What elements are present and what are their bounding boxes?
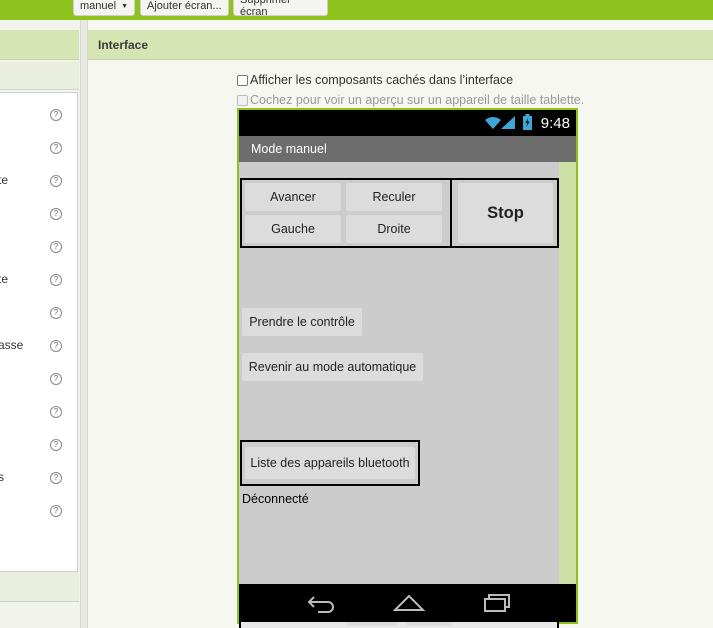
chevron-down-icon: ▼ [121, 2, 129, 10]
help-icon[interactable]: ? [50, 373, 62, 385]
palette-item[interactable]: asse? [0, 336, 76, 356]
help-icon[interactable]: ? [50, 472, 62, 484]
home-icon[interactable] [393, 593, 425, 613]
help-icon[interactable]: ? [50, 142, 62, 154]
show-hidden-option[interactable]: Afficher les composants cachés dans l’in… [237, 72, 513, 88]
palette-category[interactable] [0, 62, 79, 90]
signal-icon [501, 116, 515, 129]
viewer-title: Interface [98, 38, 149, 52]
help-icon[interactable]: ? [50, 406, 62, 418]
palette-item-label: te [0, 272, 9, 286]
show-hidden-checkbox[interactable] [237, 74, 248, 86]
help-icon[interactable]: ? [50, 175, 62, 187]
palette-item[interactable]: ? [0, 402, 76, 422]
back-icon[interactable] [306, 593, 336, 613]
palette-item-label: s [0, 470, 4, 484]
phone-preview: 9:48 Mode manuel Avancer Reculer Gauche … [237, 108, 578, 628]
screen-area: Avancer Reculer Gauche Droite Stop Prend… [239, 162, 559, 628]
viewer-header: Interface [88, 30, 713, 60]
palette-panel: ? ? te? ? ? te? ? asse? ? ? ? s? ? [0, 20, 80, 628]
palette-item[interactable]: te? [0, 171, 76, 191]
tablet-preview-label: Cochez pour voir un aperçu sur un appare… [250, 93, 585, 107]
stop-button[interactable]: Stop [458, 183, 553, 243]
palette-list: ? ? te? ? ? te? ? asse? ? ? ? s? ? [0, 92, 78, 572]
screen-select-label: manuel [80, 0, 117, 12]
battery-icon [523, 114, 532, 130]
help-icon[interactable]: ? [50, 109, 62, 121]
help-icon[interactable]: ? [50, 307, 62, 319]
nav-bar [239, 584, 576, 622]
left-button[interactable]: Gauche [245, 215, 341, 243]
palette-item[interactable]: s? [0, 468, 76, 488]
help-icon[interactable]: ? [50, 274, 62, 286]
bluetooth-list-button[interactable]: Liste des appareils bluetooth [245, 447, 415, 479]
tablet-preview-checkbox[interactable] [237, 94, 248, 106]
right-button[interactable]: Droite [346, 215, 442, 243]
palette-item[interactable]: ? [0, 435, 76, 455]
top-toolbar: manuel ▼ Ajouter écran... Supprimer écra… [0, 0, 713, 20]
recents-icon[interactable] [483, 593, 511, 613]
take-control-button[interactable]: Prendre le contrôle [242, 308, 362, 336]
forward-button[interactable]: Avancer [245, 183, 341, 211]
wifi-icon [485, 116, 501, 129]
palette-item-label: asse [0, 338, 24, 352]
stop-arrangement: Stop [450, 178, 559, 248]
panel-splitter[interactable] [80, 20, 88, 628]
screen-select-dropdown[interactable]: manuel ▼ [73, 0, 135, 16]
app-title-bar: Mode manuel [239, 136, 576, 162]
palette-item[interactable]: ? [0, 105, 76, 125]
help-icon[interactable]: ? [50, 340, 62, 352]
palette-item[interactable]: ? [0, 204, 76, 224]
remove-screen-button[interactable]: Supprimer écran [233, 0, 328, 18]
direction-arrangement: Avancer Reculer Gauche Droite [240, 178, 452, 248]
status-bar: 9:48 [239, 110, 576, 136]
app-title: Mode manuel [251, 142, 327, 156]
palette-item[interactable]: ? [0, 237, 76, 257]
connection-status-label: Déconnecté [242, 492, 309, 506]
help-icon[interactable]: ? [50, 208, 62, 220]
palette-footer[interactable] [0, 572, 79, 602]
add-screen-button[interactable]: Ajouter écran... [140, 0, 229, 16]
show-hidden-label: Afficher les composants cachés dans l’in… [250, 73, 514, 87]
palette-item[interactable]: ? [0, 501, 76, 521]
tablet-preview-option[interactable]: Cochez pour voir un aperçu sur un appare… [237, 92, 584, 108]
palette-header [0, 30, 79, 60]
palette-item[interactable]: ? [0, 303, 76, 323]
palette-item[interactable]: ? [0, 369, 76, 389]
help-icon[interactable]: ? [50, 241, 62, 253]
help-icon[interactable]: ? [50, 505, 62, 517]
status-time: 9:48 [540, 115, 570, 132]
palette-item[interactable]: ? [0, 138, 76, 158]
backward-button[interactable]: Reculer [346, 183, 442, 211]
palette-item[interactable]: te? [0, 270, 76, 290]
palette-item-label: te [0, 173, 9, 187]
bluetooth-arrangement: Liste des appareils bluetooth [240, 440, 420, 486]
auto-mode-button[interactable]: Revenir au mode automatique [242, 353, 423, 381]
help-icon[interactable]: ? [50, 439, 62, 451]
